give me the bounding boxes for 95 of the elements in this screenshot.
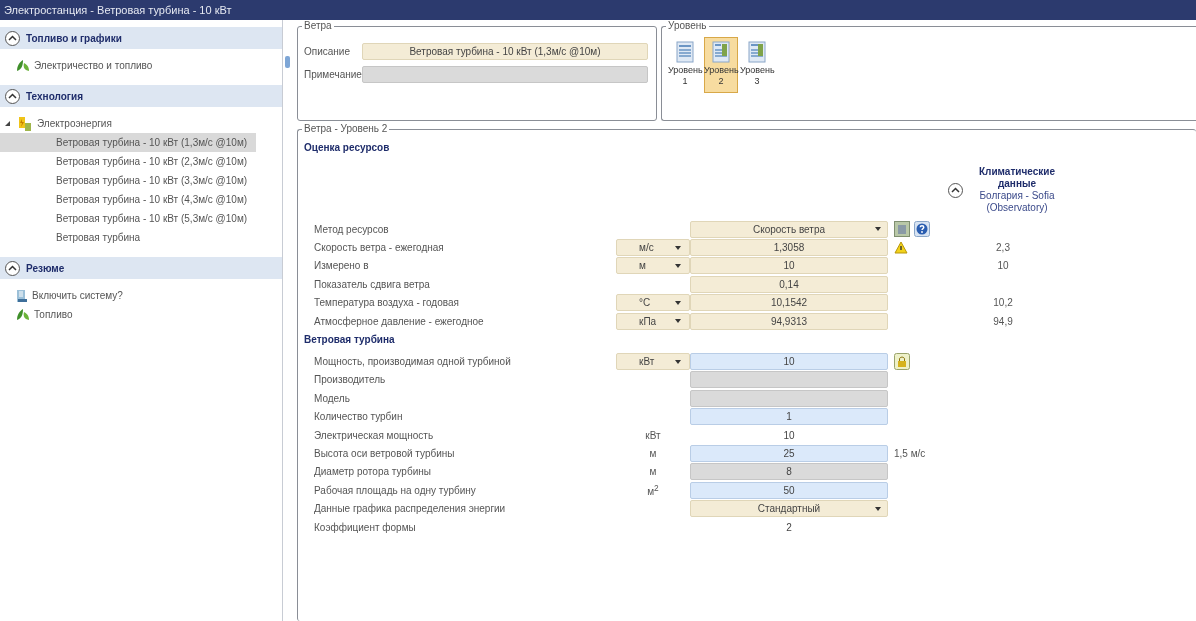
tree-item[interactable]: Ветровая турбина - 10 кВт (5,3м/с @10м) bbox=[0, 209, 256, 228]
unit-text: м bbox=[649, 448, 657, 459]
plant-icon bbox=[16, 308, 30, 321]
window-title: Электростанция - Ветровая турбина - 10 кВт bbox=[4, 4, 232, 16]
unit-dropdown[interactable]: кПа bbox=[616, 312, 690, 330]
sidebar-item[interactable]: Электричество и топливо bbox=[0, 56, 282, 75]
collapse-icon[interactable] bbox=[5, 30, 20, 46]
document-icon bbox=[676, 41, 694, 63]
level-button[interactable]: Уровень 2 bbox=[704, 37, 738, 93]
collapse-icon[interactable] bbox=[5, 88, 20, 104]
value-text: 2 bbox=[785, 520, 793, 535]
climate-value: 94,9 bbox=[993, 315, 1013, 327]
climate-value: 10,2 bbox=[993, 297, 1013, 309]
caret-icon bbox=[675, 245, 681, 250]
tree-item[interactable]: Ветровая турбина - 10 кВт (1,3м/с @10м) bbox=[0, 133, 256, 152]
input-field[interactable]: 50 bbox=[690, 481, 888, 499]
row-label: Электрическая мощность bbox=[314, 429, 435, 441]
power-icon bbox=[17, 115, 33, 132]
unit-dropdown[interactable]: кВт bbox=[616, 353, 690, 371]
row-label: Высота оси ветровой турбины bbox=[314, 448, 456, 459]
caret-icon bbox=[675, 319, 681, 324]
level-button[interactable]: Уровень 3 bbox=[740, 37, 774, 93]
row-label: Количество турбин bbox=[314, 411, 404, 423]
input-field[interactable]: 25 bbox=[690, 445, 888, 462]
group-title: Ветра - Уровень 2 bbox=[302, 123, 390, 134]
tree-item[interactable]: Ветровая турбина - 10 кВт (3,3м/с @10м) bbox=[0, 171, 256, 190]
expand-icon[interactable] bbox=[4, 120, 11, 127]
unit-text: кВт bbox=[645, 429, 661, 441]
row-label: Диаметр ротора турбины bbox=[314, 466, 432, 478]
unit-dropdown[interactable]: м bbox=[616, 257, 690, 275]
caret-icon bbox=[675, 300, 681, 305]
warning-icon bbox=[894, 241, 908, 255]
climate-title: Климатические данные bbox=[978, 166, 1056, 190]
section-title: Ветровая турбина bbox=[304, 334, 396, 348]
unit-dropdown[interactable]: °C bbox=[616, 294, 690, 312]
value-field[interactable]: 10 bbox=[690, 257, 888, 275]
group-title: Уровень bbox=[666, 20, 709, 31]
splitter-handle[interactable] bbox=[285, 56, 290, 68]
tree-item[interactable]: Ветровая турбина - 10 кВт (2,3м/с @10м) bbox=[0, 152, 256, 171]
climate-location: Болгария - Sofia (Observatory) bbox=[978, 190, 1056, 214]
caret-icon bbox=[675, 263, 681, 268]
unit-text: м$^{2}$ bbox=[647, 483, 659, 498]
row-label: Данные графика распределения энергии bbox=[314, 503, 507, 515]
row-label: Атмосферное давление - ежегодное bbox=[314, 315, 485, 327]
value-field[interactable]: 1,3058 bbox=[690, 239, 888, 257]
row-label: Температура воздуха - годовая bbox=[314, 297, 460, 309]
building-icon bbox=[16, 288, 28, 303]
chart-icon[interactable] bbox=[894, 221, 910, 238]
collapse-icon[interactable] bbox=[948, 182, 963, 198]
section-header[interactable]: Топливо и графики bbox=[0, 27, 282, 49]
row-label: Метод ресурсов bbox=[314, 223, 390, 235]
value-field[interactable]: 0,14 bbox=[690, 275, 888, 293]
climate-value: 10 bbox=[997, 260, 1009, 272]
section-header[interactable]: Технология bbox=[0, 85, 282, 107]
row-label: Измерено в bbox=[314, 260, 370, 272]
field-label: Описание bbox=[304, 46, 351, 57]
value-field[interactable]: 94,9313 bbox=[690, 312, 888, 330]
value-text: 10 bbox=[782, 428, 796, 443]
tree-item[interactable]: Ветровая турбина bbox=[0, 228, 256, 247]
tree-item[interactable]: Ветровая турбина - 10 кВт (4,3м/с @10м) bbox=[0, 190, 256, 209]
level-button[interactable]: Уровень 1 bbox=[668, 37, 702, 93]
row-label: Скорость ветра - ежегодная bbox=[314, 242, 445, 254]
section-title: Оценка ресурсов bbox=[304, 142, 391, 155]
sidebar-item[interactable]: Включить систему? bbox=[0, 286, 282, 305]
row-label: Мощность, производимая одной турбиной bbox=[314, 356, 512, 368]
row-label: Производитель bbox=[314, 374, 387, 386]
sidebar-item[interactable]: Топливо bbox=[0, 305, 282, 324]
description-field[interactable]: Ветровая турбина - 10 кВт (1,3м/с @10м) bbox=[362, 43, 648, 60]
value-field[interactable]: 10,1542 bbox=[690, 294, 888, 312]
document-icon bbox=[712, 41, 730, 63]
input-field[interactable]: 1 bbox=[690, 408, 888, 426]
dropdown[interactable]: Стандартный bbox=[690, 500, 888, 518]
row-label: Модель bbox=[314, 392, 351, 404]
group-title: Ветра bbox=[302, 20, 334, 31]
sidebar-item[interactable]: Электроэнергия bbox=[0, 114, 282, 133]
climate-value: 2,3 bbox=[996, 242, 1010, 254]
section-header[interactable]: Резюме bbox=[0, 257, 282, 279]
plant-icon bbox=[16, 59, 30, 72]
lock-icon[interactable] bbox=[894, 353, 910, 371]
input-field[interactable]: 10 bbox=[690, 353, 888, 371]
dropdown[interactable]: Скорость ветра bbox=[690, 220, 888, 238]
row-label: Показатель сдвига ветра bbox=[314, 278, 431, 290]
unit-text: м bbox=[649, 466, 657, 478]
row-label: Коэффициент формы bbox=[314, 521, 417, 533]
caret-icon bbox=[875, 506, 881, 511]
note-field[interactable] bbox=[362, 66, 648, 83]
caret-icon bbox=[875, 227, 881, 232]
note-text: 1,5 м/с bbox=[894, 448, 926, 459]
help-icon[interactable] bbox=[914, 221, 930, 238]
field-label: Примечание bbox=[304, 69, 362, 80]
document-icon bbox=[748, 41, 766, 63]
caret-icon bbox=[675, 359, 681, 364]
unit-dropdown[interactable]: м/с bbox=[616, 239, 690, 257]
collapse-icon[interactable] bbox=[5, 260, 20, 276]
row-label: Рабочая площадь на одну турбину bbox=[314, 484, 477, 496]
